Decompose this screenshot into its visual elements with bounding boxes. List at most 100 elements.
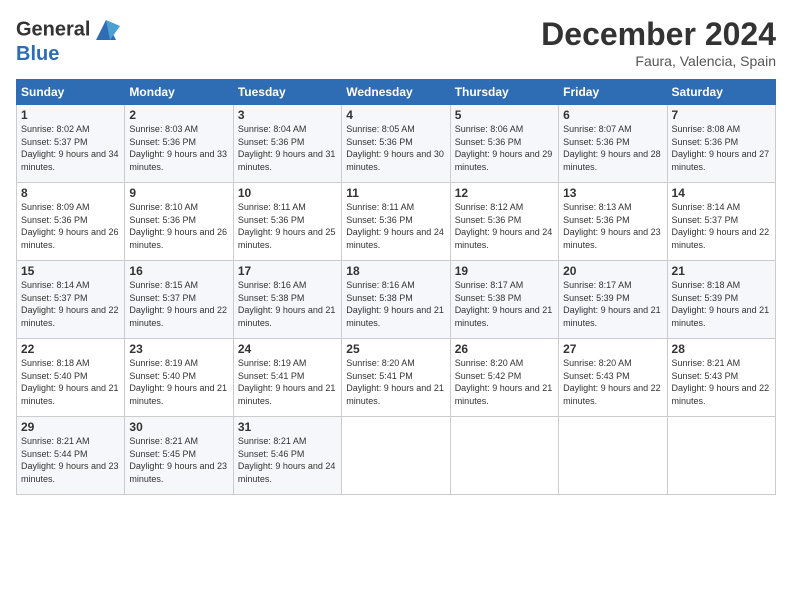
title-block: December 2024 Faura, Valencia, Spain: [541, 16, 776, 69]
day-info: Sunrise: 8:19 AMSunset: 5:40 PMDaylight:…: [129, 357, 228, 407]
calendar-day-cell: 31Sunrise: 8:21 AMSunset: 5:46 PMDayligh…: [233, 417, 341, 495]
logo: General Blue: [16, 16, 120, 64]
calendar-day-cell: 16Sunrise: 8:15 AMSunset: 5:37 PMDayligh…: [125, 261, 233, 339]
calendar-day-cell: 23Sunrise: 8:19 AMSunset: 5:40 PMDayligh…: [125, 339, 233, 417]
calendar-day-cell: 17Sunrise: 8:16 AMSunset: 5:38 PMDayligh…: [233, 261, 341, 339]
day-number: 28: [672, 342, 771, 356]
day-info: Sunrise: 8:13 AMSunset: 5:36 PMDaylight:…: [563, 201, 662, 251]
calendar-week-row: 29Sunrise: 8:21 AMSunset: 5:44 PMDayligh…: [17, 417, 776, 495]
day-number: 22: [21, 342, 120, 356]
day-info: Sunrise: 8:18 AMSunset: 5:40 PMDaylight:…: [21, 357, 120, 407]
calendar-day-cell: 11Sunrise: 8:11 AMSunset: 5:36 PMDayligh…: [342, 183, 450, 261]
day-info: Sunrise: 8:14 AMSunset: 5:37 PMDaylight:…: [21, 279, 120, 329]
calendar-day-cell: 28Sunrise: 8:21 AMSunset: 5:43 PMDayligh…: [667, 339, 775, 417]
day-number: 7: [672, 108, 771, 122]
day-number: 24: [238, 342, 337, 356]
day-number: 10: [238, 186, 337, 200]
day-number: 18: [346, 264, 445, 278]
calendar-day-cell: 10Sunrise: 8:11 AMSunset: 5:36 PMDayligh…: [233, 183, 341, 261]
day-number: 20: [563, 264, 662, 278]
calendar-week-row: 8Sunrise: 8:09 AMSunset: 5:36 PMDaylight…: [17, 183, 776, 261]
day-number: 30: [129, 420, 228, 434]
calendar-day-cell: [342, 417, 450, 495]
month-title: December 2024: [541, 16, 776, 53]
calendar-table: SundayMondayTuesdayWednesdayThursdayFrid…: [16, 79, 776, 495]
day-info: Sunrise: 8:05 AMSunset: 5:36 PMDaylight:…: [346, 123, 445, 173]
day-number: 5: [455, 108, 554, 122]
day-info: Sunrise: 8:16 AMSunset: 5:38 PMDaylight:…: [238, 279, 337, 329]
day-info: Sunrise: 8:17 AMSunset: 5:38 PMDaylight:…: [455, 279, 554, 329]
day-info: Sunrise: 8:14 AMSunset: 5:37 PMDaylight:…: [672, 201, 771, 251]
calendar-day-cell: 1Sunrise: 8:02 AMSunset: 5:37 PMDaylight…: [17, 105, 125, 183]
day-info: Sunrise: 8:02 AMSunset: 5:37 PMDaylight:…: [21, 123, 120, 173]
calendar-day-cell: 2Sunrise: 8:03 AMSunset: 5:36 PMDaylight…: [125, 105, 233, 183]
day-info: Sunrise: 8:20 AMSunset: 5:41 PMDaylight:…: [346, 357, 445, 407]
day-number: 8: [21, 186, 120, 200]
logo-icon: [92, 16, 120, 44]
day-info: Sunrise: 8:15 AMSunset: 5:37 PMDaylight:…: [129, 279, 228, 329]
calendar-day-cell: 18Sunrise: 8:16 AMSunset: 5:38 PMDayligh…: [342, 261, 450, 339]
calendar-day-cell: 6Sunrise: 8:07 AMSunset: 5:36 PMDaylight…: [559, 105, 667, 183]
day-info: Sunrise: 8:11 AMSunset: 5:36 PMDaylight:…: [238, 201, 337, 251]
calendar-day-cell: 21Sunrise: 8:18 AMSunset: 5:39 PMDayligh…: [667, 261, 775, 339]
calendar-day-cell: [450, 417, 558, 495]
calendar-day-cell: [559, 417, 667, 495]
calendar-day-cell: 22Sunrise: 8:18 AMSunset: 5:40 PMDayligh…: [17, 339, 125, 417]
day-info: Sunrise: 8:21 AMSunset: 5:45 PMDaylight:…: [129, 435, 228, 485]
day-number: 14: [672, 186, 771, 200]
day-info: Sunrise: 8:12 AMSunset: 5:36 PMDaylight:…: [455, 201, 554, 251]
day-of-week-header: Tuesday: [233, 80, 341, 105]
day-info: Sunrise: 8:11 AMSunset: 5:36 PMDaylight:…: [346, 201, 445, 251]
day-number: 16: [129, 264, 228, 278]
calendar-day-cell: 4Sunrise: 8:05 AMSunset: 5:36 PMDaylight…: [342, 105, 450, 183]
day-info: Sunrise: 8:16 AMSunset: 5:38 PMDaylight:…: [346, 279, 445, 329]
location: Faura, Valencia, Spain: [541, 53, 776, 69]
day-info: Sunrise: 8:09 AMSunset: 5:36 PMDaylight:…: [21, 201, 120, 251]
calendar-day-cell: 24Sunrise: 8:19 AMSunset: 5:41 PMDayligh…: [233, 339, 341, 417]
calendar-day-cell: [667, 417, 775, 495]
day-number: 9: [129, 186, 228, 200]
day-number: 31: [238, 420, 337, 434]
day-info: Sunrise: 8:18 AMSunset: 5:39 PMDaylight:…: [672, 279, 771, 329]
day-info: Sunrise: 8:10 AMSunset: 5:36 PMDaylight:…: [129, 201, 228, 251]
calendar-day-cell: 29Sunrise: 8:21 AMSunset: 5:44 PMDayligh…: [17, 417, 125, 495]
day-info: Sunrise: 8:21 AMSunset: 5:44 PMDaylight:…: [21, 435, 120, 485]
day-info: Sunrise: 8:04 AMSunset: 5:36 PMDaylight:…: [238, 123, 337, 173]
calendar-day-cell: 9Sunrise: 8:10 AMSunset: 5:36 PMDaylight…: [125, 183, 233, 261]
day-number: 4: [346, 108, 445, 122]
calendar-body: 1Sunrise: 8:02 AMSunset: 5:37 PMDaylight…: [17, 105, 776, 495]
calendar-day-cell: 12Sunrise: 8:12 AMSunset: 5:36 PMDayligh…: [450, 183, 558, 261]
calendar-week-row: 1Sunrise: 8:02 AMSunset: 5:37 PMDaylight…: [17, 105, 776, 183]
calendar-day-cell: 8Sunrise: 8:09 AMSunset: 5:36 PMDaylight…: [17, 183, 125, 261]
calendar-week-row: 15Sunrise: 8:14 AMSunset: 5:37 PMDayligh…: [17, 261, 776, 339]
day-info: Sunrise: 8:03 AMSunset: 5:36 PMDaylight:…: [129, 123, 228, 173]
day-of-week-header: Saturday: [667, 80, 775, 105]
day-number: 25: [346, 342, 445, 356]
logo-text-block: General Blue: [16, 16, 120, 64]
day-number: 13: [563, 186, 662, 200]
calendar-day-cell: 25Sunrise: 8:20 AMSunset: 5:41 PMDayligh…: [342, 339, 450, 417]
calendar-day-cell: 26Sunrise: 8:20 AMSunset: 5:42 PMDayligh…: [450, 339, 558, 417]
day-info: Sunrise: 8:21 AMSunset: 5:46 PMDaylight:…: [238, 435, 337, 485]
calendar-day-cell: 19Sunrise: 8:17 AMSunset: 5:38 PMDayligh…: [450, 261, 558, 339]
main-container: General Blue December 2024 Faura, Valenc…: [0, 0, 792, 503]
header: General Blue December 2024 Faura, Valenc…: [16, 16, 776, 69]
logo-blue: Blue: [16, 44, 120, 64]
calendar-day-cell: 27Sunrise: 8:20 AMSunset: 5:43 PMDayligh…: [559, 339, 667, 417]
day-info: Sunrise: 8:06 AMSunset: 5:36 PMDaylight:…: [455, 123, 554, 173]
day-number: 23: [129, 342, 228, 356]
day-of-week-header: Friday: [559, 80, 667, 105]
logo-general: General: [16, 18, 90, 40]
day-number: 19: [455, 264, 554, 278]
day-number: 29: [21, 420, 120, 434]
calendar-day-cell: 5Sunrise: 8:06 AMSunset: 5:36 PMDaylight…: [450, 105, 558, 183]
day-number: 15: [21, 264, 120, 278]
calendar-day-cell: 7Sunrise: 8:08 AMSunset: 5:36 PMDaylight…: [667, 105, 775, 183]
day-of-week-header: Thursday: [450, 80, 558, 105]
day-info: Sunrise: 8:21 AMSunset: 5:43 PMDaylight:…: [672, 357, 771, 407]
day-info: Sunrise: 8:07 AMSunset: 5:36 PMDaylight:…: [563, 123, 662, 173]
day-info: Sunrise: 8:08 AMSunset: 5:36 PMDaylight:…: [672, 123, 771, 173]
calendar-day-cell: 20Sunrise: 8:17 AMSunset: 5:39 PMDayligh…: [559, 261, 667, 339]
calendar-day-cell: 3Sunrise: 8:04 AMSunset: 5:36 PMDaylight…: [233, 105, 341, 183]
day-info: Sunrise: 8:20 AMSunset: 5:43 PMDaylight:…: [563, 357, 662, 407]
